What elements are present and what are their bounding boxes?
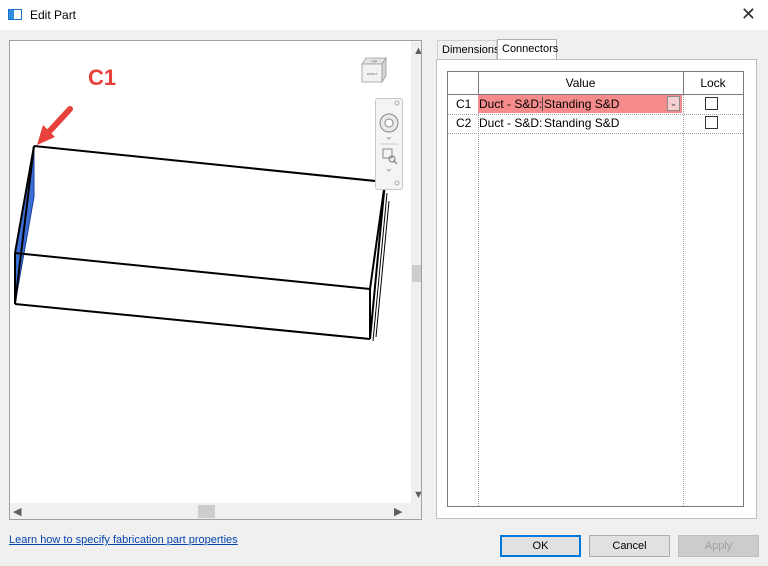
scroll-down-icon[interactable]: ▼ — [413, 489, 421, 501]
part-model[interactable] — [10, 41, 411, 503]
connectors-panel: Value Lock C1 Duct - S&D: Standing S&D ⌄… — [436, 59, 757, 519]
scroll-left-icon[interactable]: ◀ — [13, 506, 21, 518]
viewcube-icon[interactable]: TOP FRONT — [360, 55, 388, 83]
row-id: C2 — [456, 116, 472, 130]
part-wireframe — [14, 145, 390, 342]
text-cursor — [542, 97, 543, 111]
steering-dropdown-icon[interactable] — [386, 136, 392, 140]
zoom-dropdown-icon[interactable] — [386, 168, 392, 172]
window-title: Edit Part — [30, 8, 77, 22]
connectors-grid: Value Lock C1 Duct - S&D: Standing S&D ⌄… — [447, 71, 744, 507]
grid-header-corner — [448, 72, 478, 95]
value-dropdown[interactable]: Duct - S&D: Standing S&D ⌄ — [478, 95, 682, 113]
navbar-options-icon[interactable] — [394, 180, 400, 186]
scroll-up-icon[interactable]: ▲ — [413, 45, 421, 57]
value-text-left: Duct - S&D: — [479, 97, 543, 111]
annotation-arrow-icon — [37, 106, 73, 145]
lock-checkbox[interactable] — [705, 97, 718, 110]
table-row[interactable]: C2 Duct - S&D: Standing S&D — [448, 114, 743, 134]
value-text-left[interactable]: Duct - S&D: — [479, 114, 542, 133]
horizontal-scrollbar[interactable]: ◀ ▶ — [10, 503, 411, 519]
vertical-scrollbar[interactable]: ▲ ▼ — [411, 41, 421, 503]
window-icon — [8, 9, 22, 20]
grid-divider — [683, 72, 684, 95]
viewcube-top-label: TOP — [371, 60, 377, 64]
scrollbar-corner — [411, 503, 421, 519]
zoom-window-icon[interactable] — [382, 148, 398, 165]
grid-divider — [478, 95, 479, 506]
lock-checkbox[interactable] — [705, 116, 718, 129]
connector-callout-label: C1 — [88, 65, 117, 90]
tab-connectors[interactable]: Connectors — [497, 39, 558, 60]
grid-header-lock[interactable]: Lock — [683, 72, 743, 95]
tab-dimensions[interactable]: Dimensions — [437, 40, 499, 59]
vertical-scroll-thumb[interactable] — [412, 265, 421, 282]
scroll-right-icon[interactable]: ▶ — [394, 506, 402, 518]
grid-header-value[interactable]: Value — [478, 72, 683, 95]
viewcube-front-label: FRONT — [367, 72, 377, 76]
navigation-bar — [375, 98, 403, 190]
row-id: C1 — [456, 97, 472, 111]
navbar-close-icon[interactable] — [394, 100, 400, 106]
apply-button[interactable]: Apply — [678, 535, 759, 557]
ok-button[interactable]: OK — [500, 535, 581, 557]
value-text-right: Standing S&D — [544, 97, 620, 111]
3d-viewport[interactable]: C1 TOP FRONT ▲ ▼ ◀ — [9, 40, 422, 520]
horizontal-scroll-thumb[interactable] — [198, 505, 215, 518]
grid-divider — [683, 95, 684, 506]
help-link[interactable]: Learn how to specify fabrication part pr… — [9, 534, 238, 546]
table-row[interactable]: C1 Duct - S&D: Standing S&D ⌄ — [448, 95, 743, 115]
grid-divider — [478, 72, 479, 95]
title-bar: Edit Part ✕ — [0, 0, 768, 30]
steering-wheel-icon[interactable] — [379, 113, 399, 133]
close-icon[interactable]: ✕ — [741, 4, 756, 24]
cancel-button[interactable]: Cancel — [589, 535, 670, 557]
value-text-right[interactable]: Standing S&D — [544, 114, 619, 133]
chevron-down-icon[interactable]: ⌄ — [667, 96, 680, 111]
